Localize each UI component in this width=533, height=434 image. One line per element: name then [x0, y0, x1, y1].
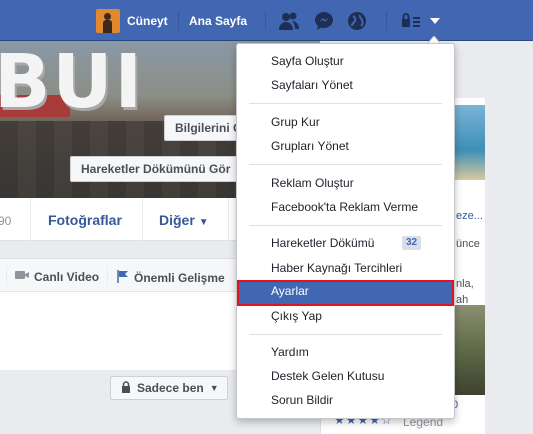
activity-log-label: Hareketler Dökümü: [271, 236, 375, 250]
cover-sign-letters: BUI: [0, 41, 145, 125]
suggested-page-photo[interactable]: [455, 105, 485, 180]
menu-item-manage-pages[interactable]: Sayfaları Yönet: [237, 74, 454, 96]
menu-item-report-problem[interactable]: Sorun Bildir: [237, 389, 454, 411]
chevron-down-icon: ▼: [198, 217, 209, 228]
flag-icon: [116, 269, 130, 286]
live-video-button[interactable]: Canlı Video: [14, 269, 99, 284]
menu-item-news-feed-preferences[interactable]: Haber Kaynağı Tercihleri: [237, 257, 454, 279]
tab-friends-count[interactable]: 90: [0, 214, 11, 228]
suggested-photo[interactable]: [455, 305, 485, 395]
menu-divider: [249, 164, 442, 165]
menu-item-support-inbox[interactable]: Destek Gelen Kutusu: [237, 365, 454, 387]
nav-divider: [265, 12, 266, 30]
menu-item-manage-groups[interactable]: Grupları Yönet: [237, 135, 454, 157]
right-column-text: ünce: [456, 238, 480, 250]
home-link[interactable]: Ana Sayfa: [189, 14, 247, 28]
user-name: Cüneyt: [127, 14, 168, 28]
menu-divider: [249, 103, 442, 104]
profile-shortcut[interactable]: Cüneyt: [96, 9, 168, 33]
menu-item-settings[interactable]: Ayarlar: [237, 280, 454, 306]
tab-more-label: Diğer: [159, 212, 195, 228]
view-activity-log-button[interactable]: Hareketler Dökümünü Gör: [70, 156, 250, 182]
privacy-shortcuts-icon[interactable]: [400, 11, 422, 31]
right-column-text[interactable]: eze...: [456, 210, 483, 222]
friend-requests-icon[interactable]: [278, 11, 300, 31]
avatar: [96, 9, 120, 33]
nav-divider: [386, 12, 387, 30]
account-menu-arrow-icon[interactable]: [428, 14, 442, 28]
menu-item-create-page[interactable]: Sayfa Oluştur: [237, 50, 454, 72]
menu-item-advertising[interactable]: Facebook'ta Reklam Verme: [237, 196, 454, 218]
life-event-label: Önemli Gelişme: [134, 270, 225, 285]
menu-item-create-group[interactable]: Grup Kur: [237, 111, 454, 133]
top-navigation-bar: Cüneyt Ana Sayfa: [0, 0, 533, 41]
tab-more[interactable]: Diğer ▼: [159, 212, 209, 228]
live-video-label: Canlı Video: [34, 269, 100, 284]
notifications-globe-icon[interactable]: [346, 11, 368, 31]
menu-divider: [249, 225, 442, 226]
lock-icon: [121, 380, 131, 396]
tab-photos[interactable]: Fotoğraflar: [48, 212, 122, 228]
menu-item-help[interactable]: Yardım: [237, 341, 454, 363]
menu-item-logout[interactable]: Çıkış Yap: [237, 305, 454, 327]
menu-divider: [249, 334, 442, 335]
privacy-label: Sadece ben: [137, 381, 204, 395]
nav-divider: [178, 12, 179, 30]
menu-item-create-ad[interactable]: Reklam Oluştur: [237, 172, 454, 194]
activity-log-badge: 32: [402, 236, 422, 250]
account-dropdown-menu: Sayfa Oluştur Sayfaları Yönet Grup Kur G…: [236, 43, 455, 419]
video-camera-icon: [14, 269, 30, 284]
menu-item-activity-log[interactable]: Hareketler Dökümü 32: [237, 232, 454, 254]
privacy-selector[interactable]: Sadece ben ▼: [110, 376, 228, 400]
life-event-button[interactable]: Önemli Gelişme: [116, 269, 225, 286]
messenger-icon[interactable]: [313, 11, 335, 31]
right-column-text: nla,: [456, 278, 474, 290]
chevron-down-icon: ▼: [209, 383, 219, 393]
